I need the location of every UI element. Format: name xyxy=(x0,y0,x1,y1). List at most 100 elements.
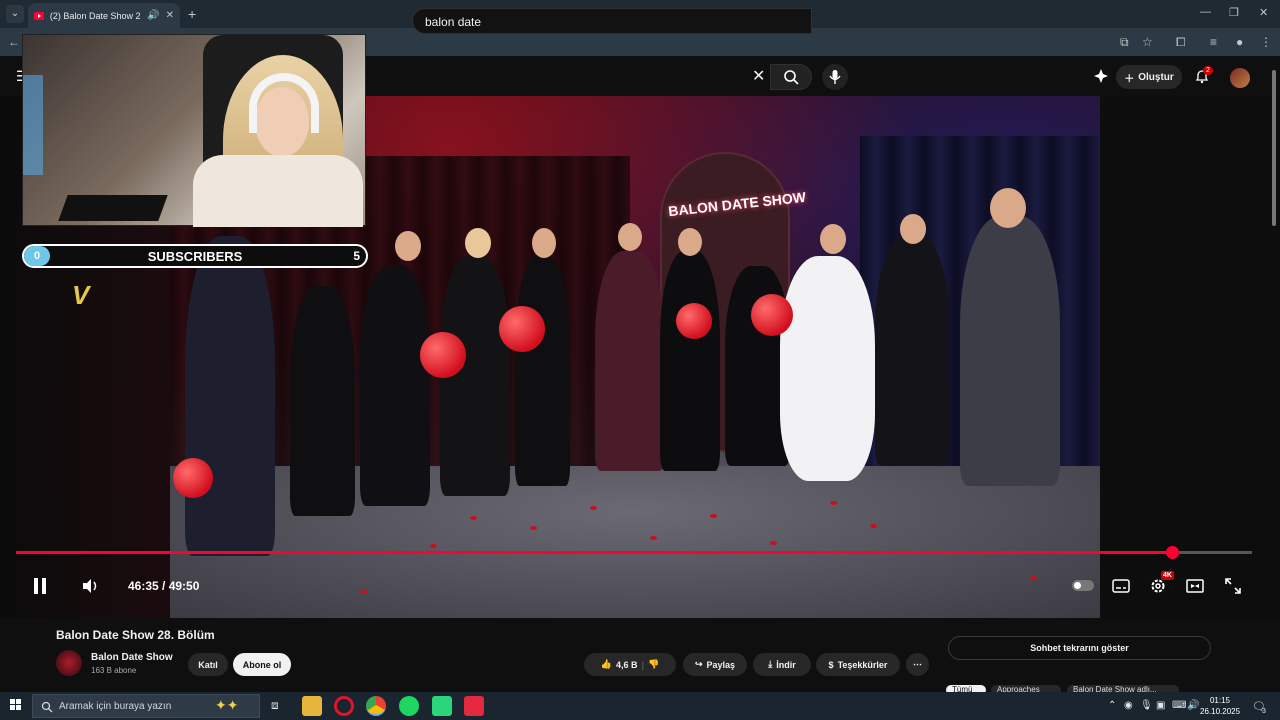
taskbar-clock[interactable]: 01:15 26.10.2025 xyxy=(1200,695,1240,717)
contestant-figure xyxy=(360,266,430,506)
dislike-icon[interactable]: 👎 xyxy=(648,659,659,670)
download-button[interactable]: ⤓ İndir xyxy=(753,653,811,676)
autoplay-toggle[interactable] xyxy=(1072,580,1094,591)
like-count[interactable]: 4,6 B xyxy=(616,660,638,670)
copilot-sparkle-icon: ✦✦ xyxy=(215,697,239,713)
show-chat-replay-button[interactable]: Sohbet tekrarını göster xyxy=(948,636,1211,660)
more-actions-button[interactable]: ⋯ xyxy=(906,653,929,676)
window-close-button[interactable]: ✕ xyxy=(1259,6,1268,19)
back-icon[interactable]: ← xyxy=(8,35,20,49)
plus-icon: ＋ xyxy=(1124,73,1135,85)
channel-name[interactable]: Balon Date Show xyxy=(91,652,173,663)
clear-search-icon[interactable]: ✕ xyxy=(752,66,765,86)
subscribe-button[interactable]: Abone ol xyxy=(233,653,291,676)
progress-bar[interactable] xyxy=(16,546,1252,559)
file-explorer-icon[interactable] xyxy=(302,696,322,716)
search-button[interactable] xyxy=(770,64,812,90)
thanks-label: Teşekkürler xyxy=(837,659,888,670)
share-label: Paylaş xyxy=(706,659,736,670)
volume-icon[interactable] xyxy=(82,578,100,594)
contestant-figure xyxy=(595,251,665,471)
opera-icon[interactable] xyxy=(334,696,354,716)
like-icon[interactable]: 👍 xyxy=(601,659,612,670)
tab-close-icon[interactable]: ✕ xyxy=(166,10,174,21)
browser-tab[interactable]: (2) Balon Date Show 28. Bölüm 🔊 ✕ xyxy=(28,3,180,28)
network-icon[interactable]: ▣ xyxy=(1156,700,1165,711)
time-display: 46:35 / 49:50 xyxy=(128,579,200,593)
progress-played xyxy=(16,551,1172,554)
red-balloon xyxy=(420,332,466,378)
media-control-icon[interactable]: ≡ xyxy=(1210,35,1217,49)
profile-icon[interactable]: ● xyxy=(1236,35,1243,49)
settings-gear-icon[interactable] xyxy=(1150,578,1166,594)
new-tab-button[interactable]: + xyxy=(188,6,196,22)
tray-icon[interactable]: ◉ xyxy=(1124,700,1133,711)
rose-petal xyxy=(830,501,837,505)
chrome-icon[interactable] xyxy=(366,696,386,716)
window-minimize-button[interactable]: — xyxy=(1200,6,1211,18)
miniplayer-icon[interactable] xyxy=(1186,578,1204,594)
join-button[interactable]: Katıl xyxy=(188,653,228,676)
page-scrollbar[interactable] xyxy=(1272,70,1276,226)
yt-create-sparkle-icon[interactable] xyxy=(1094,69,1108,83)
share-button[interactable]: ↪ Paylaş xyxy=(683,653,747,676)
youtube-favicon-icon xyxy=(34,11,44,20)
host-figure xyxy=(185,236,275,556)
app-icon[interactable] xyxy=(432,696,452,716)
account-avatar[interactable] xyxy=(1230,68,1250,88)
taskbar-search-input[interactable]: Aramak için buraya yazın ✦✦ xyxy=(32,694,260,718)
subscribers-start-value: 0 xyxy=(24,246,50,266)
language-icon[interactable]: ⌨ xyxy=(1172,700,1186,711)
quality-badge: 4K xyxy=(1161,571,1174,580)
head xyxy=(532,228,556,258)
extensions-icon[interactable]: ⧠ xyxy=(1176,35,1186,50)
rose-petal xyxy=(650,536,657,540)
thanks-button[interactable]: $ Teşekkürler xyxy=(816,653,900,676)
taskbar-search-placeholder: Aramak için buraya yazın xyxy=(59,701,172,712)
rose-petal xyxy=(590,506,597,510)
contestant-figure xyxy=(290,286,355,516)
channel-avatar[interactable] xyxy=(56,650,82,676)
red-balloon xyxy=(173,458,213,498)
tab-audio-icon[interactable]: 🔊 xyxy=(147,10,159,21)
microphone-icon[interactable]: 🎙 xyxy=(1140,700,1153,711)
head xyxy=(618,223,642,251)
notification-center-count: 3 xyxy=(1262,708,1266,715)
fullscreen-icon[interactable] xyxy=(1225,578,1241,594)
create-button[interactable]: ＋ Oluştur xyxy=(1116,65,1182,89)
subtitles-icon[interactable] xyxy=(1112,578,1130,594)
man-figure xyxy=(960,216,1060,486)
streamer-logo: V xyxy=(72,280,90,310)
tab-search-chevron-icon[interactable]: ⌄ xyxy=(6,5,24,23)
more-icon: ⋯ xyxy=(913,659,922,669)
pause-icon[interactable] xyxy=(32,577,48,595)
subscribers-goal-value: 5 xyxy=(353,249,360,263)
browser-menu-icon[interactable]: ⋮ xyxy=(1260,35,1272,49)
rose-petal xyxy=(530,526,537,530)
clock-time: 01:15 xyxy=(1209,696,1231,705)
window-restore-button[interactable]: ❐ xyxy=(1229,6,1239,19)
valorant-icon[interactable] xyxy=(464,696,484,716)
spotify-icon[interactable] xyxy=(399,696,419,716)
search-input[interactable]: balon date xyxy=(412,8,812,34)
volume-tray-icon[interactable]: 🔊 xyxy=(1187,700,1199,711)
rose-petal xyxy=(710,514,717,518)
cast-icon[interactable]: ⧉ xyxy=(1120,35,1129,50)
rose-petal xyxy=(360,590,367,594)
tray-overflow-icon[interactable]: ⌃ xyxy=(1108,700,1116,711)
windows-start-icon[interactable] xyxy=(10,699,22,711)
head xyxy=(990,188,1026,228)
voice-search-button[interactable] xyxy=(822,64,848,90)
contestant-figure xyxy=(515,256,570,486)
streamer-sweater xyxy=(193,155,363,227)
head xyxy=(820,224,846,254)
rose-petal xyxy=(870,524,877,528)
search-input-value: balon date xyxy=(425,15,482,29)
bookmark-star-icon[interactable]: ☆ xyxy=(1142,35,1153,49)
progress-scrubber[interactable] xyxy=(1165,546,1179,559)
task-view-icon[interactable]: ⧈ xyxy=(271,698,279,713)
bride-figure xyxy=(780,256,875,481)
head xyxy=(678,228,702,256)
streamer-webcam-overlay xyxy=(22,34,366,227)
player-letterbox-right xyxy=(1100,96,1280,618)
